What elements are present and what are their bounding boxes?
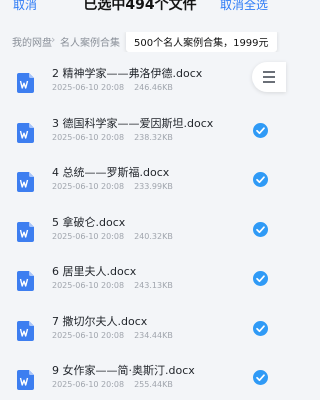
file-date: 2025-06-10 20:08 (52, 231, 125, 241)
selected-checkbox-icon[interactable] (253, 122, 268, 138)
breadcrumb-separator: › (51, 33, 56, 46)
file-size: 240.32KB (134, 231, 173, 241)
file-row[interactable]: 2 精神学家——弗洛伊德.docx 2025-06-10 20:08 246.46K… (0, 57, 280, 107)
file-date: 2025-06-10 20:08 (52, 330, 125, 340)
file-meta: 2025-06-10 20:08 243.13KB (52, 281, 173, 290)
selected-checkbox-icon[interactable] (253, 320, 268, 336)
file-row[interactable]: 6 居里夫人.docx 2025-06-10 20:08 243.13KB (0, 255, 280, 305)
file-name: 6 居里夫人.docx (52, 265, 137, 278)
breadcrumb: 我的网盘 › 名人案例合集 500个名人案例合集，1999元 (0, 32, 280, 52)
list-menu-icon (263, 71, 275, 73)
word-file-icon (17, 320, 34, 341)
file-size: 255.44KB (134, 380, 173, 389)
word-file-icon (17, 172, 34, 192)
selected-checkbox-icon[interactable] (253, 172, 268, 187)
sort-menu-button[interactable] (252, 62, 286, 92)
folder-name-tooltip: 500个名人案例合集，1999元 (126, 32, 277, 52)
file-date: 2025-06-10 20:08 (52, 182, 125, 191)
file-size: 234.44KB (134, 330, 173, 340)
file-name: 5 拿破仑.docx (52, 215, 126, 229)
word-file-icon (17, 271, 34, 291)
word-file-icon (17, 370, 34, 390)
word-file-icon (17, 122, 34, 143)
file-name: 4 总统——罗斯福.docx (52, 166, 170, 179)
file-meta: 2025-06-10 20:08 246.46KB (52, 83, 173, 92)
file-meta: 2025-06-10 20:08 234.44KB (52, 331, 173, 340)
top-bar: 取消 已选中494个文件 取消全选 (0, 0, 280, 20)
breadcrumb-root[interactable]: 我的网盘 (12, 34, 52, 49)
file-row[interactable]: 5 拿破仑.docx 2025-06-10 20:08 240.32KB (0, 206, 280, 256)
file-row[interactable]: 4 总统——罗斯福.docx 2025-06-10 20:08 233.99KB (0, 156, 280, 206)
file-size: 246.46KB (134, 83, 173, 92)
list-menu-icon-line (263, 81, 275, 83)
selected-checkbox-icon[interactable] (253, 271, 268, 286)
file-meta: 2025-06-10 20:08 233.99KB (52, 182, 173, 191)
selected-checkbox-icon[interactable] (253, 370, 268, 385)
file-size: 243.13KB (134, 281, 173, 290)
file-date: 2025-06-10 20:08 (52, 380, 125, 389)
file-name: 2 精神学家——弗洛伊德.docx (52, 67, 203, 80)
deselect-all-button[interactable]: 取消全选 (220, 0, 268, 13)
file-name: 3 德国科学家——爱因斯坦.docx (52, 116, 214, 130)
word-file-icon (17, 221, 34, 242)
file-meta: 2025-06-10 20:08 238.32KB (52, 133, 173, 142)
file-date: 2025-06-10 20:08 (52, 83, 125, 92)
file-meta: 2025-06-10 20:08 240.32KB (52, 232, 173, 241)
file-size: 233.99KB (134, 182, 173, 191)
breadcrumb-current[interactable]: 名人案例合集 (60, 34, 120, 49)
file-name: 7 撒切尔夫人.docx (52, 314, 148, 328)
file-row[interactable]: 9 女作家——简·奥斯汀.docx 2025-06-10 20:08 255.44K… (0, 354, 280, 400)
file-date: 2025-06-10 20:08 (52, 132, 125, 142)
file-name: 9 女作家——简·奥斯汀.docx (52, 364, 195, 377)
file-row[interactable]: 3 德国科学家——爱因斯坦.docx 2025-06-10 20:08 238.32… (0, 107, 280, 157)
selected-checkbox-icon[interactable] (253, 221, 268, 237)
file-size: 238.32KB (134, 132, 173, 142)
file-row[interactable]: 7 撒切尔夫人.docx 2025-06-10 20:08 234.44KB (0, 305, 280, 355)
file-date: 2025-06-10 20:08 (52, 281, 125, 290)
list-menu-icon-line (263, 76, 275, 78)
file-meta: 2025-06-10 20:08 255.44KB (52, 380, 173, 389)
word-file-icon (17, 73, 34, 93)
